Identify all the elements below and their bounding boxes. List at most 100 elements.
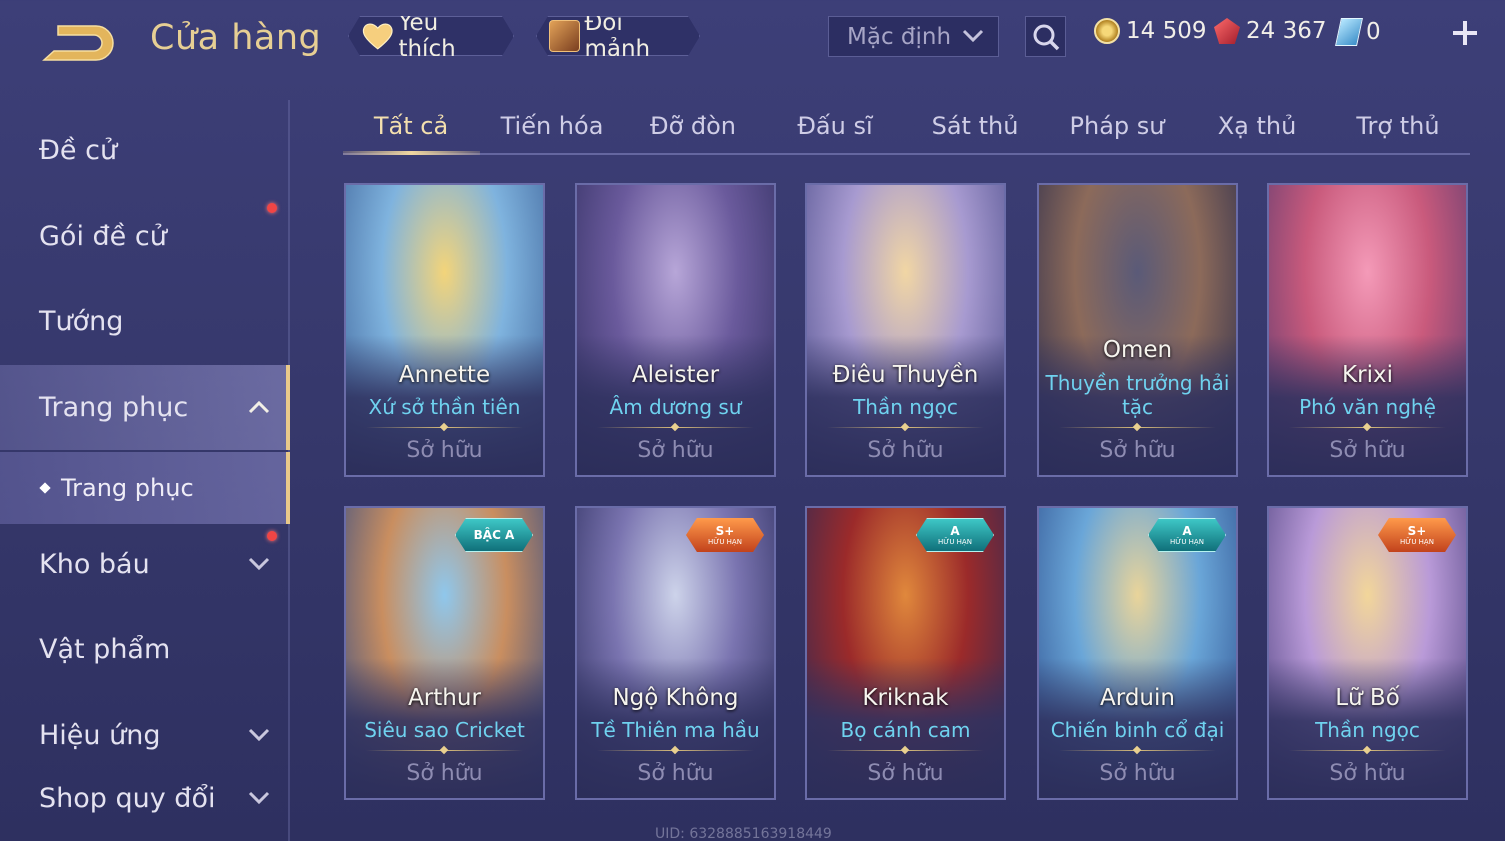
- skin-card[interactable]: Krixi Phó văn nghệ Sở hữu: [1267, 183, 1468, 477]
- favorites-label: Yêu thích: [398, 10, 456, 62]
- skin-name: Siêu sao Cricket: [364, 718, 525, 742]
- sidebar-item-label: Shop quy đổi: [39, 783, 216, 814]
- sort-select[interactable]: Mặc định: [828, 16, 999, 57]
- tab-support[interactable]: Trợ thủ: [1356, 112, 1439, 140]
- gold-coin-icon: [1094, 18, 1120, 44]
- tab-fighter[interactable]: Đấu sĩ: [797, 112, 872, 140]
- skin-name: Âm dương sư: [609, 395, 742, 419]
- sidebar-item-featured[interactable]: Đề cử: [0, 108, 290, 193]
- tab-mage[interactable]: Pháp sư: [1070, 112, 1165, 140]
- sidebar-subitem-label: Trang phục: [61, 474, 194, 502]
- skin-card[interactable]: Arthur Siêu sao Cricket Sở hữu BẬC A: [344, 506, 545, 800]
- tab-all[interactable]: Tất cả: [374, 112, 448, 140]
- tab-marksman[interactable]: Xạ thủ: [1218, 112, 1297, 140]
- gem-amount: 24 367: [1246, 18, 1327, 44]
- hero-name: Krixi: [1342, 362, 1393, 388]
- sidebar-item-label: Trang phục: [39, 392, 189, 423]
- owned-status: Sở hữu: [1099, 438, 1176, 463]
- back-arrow-icon: [42, 25, 114, 61]
- favorites-button[interactable]: Yêu thích: [348, 16, 514, 56]
- skin-card[interactable]: Điêu Thuyền Thần ngọc Sở hữu: [805, 183, 1006, 477]
- sidebar-item-items[interactable]: Vật phẩm: [0, 607, 290, 692]
- owned-status: Sở hữu: [637, 438, 714, 463]
- sidebar-item-label: Hiệu ứng: [39, 720, 161, 751]
- add-currency-button[interactable]: [1450, 18, 1480, 48]
- card-separator: [597, 750, 754, 751]
- card-separator: [366, 427, 523, 428]
- notification-dot: [267, 203, 277, 213]
- tab-evolution[interactable]: Tiến hóa: [501, 112, 604, 140]
- card-separator: [827, 427, 984, 428]
- owned-status: Sở hữu: [867, 438, 944, 463]
- card-separator: [1059, 750, 1216, 751]
- card-separator: [597, 427, 754, 428]
- sidebar-item-treasure[interactable]: Kho báu: [0, 522, 290, 607]
- skin-name: Bọ cánh cam: [840, 718, 971, 742]
- limited-label: HỮU HẠN: [708, 537, 742, 546]
- skin-card[interactable]: Aleister Âm dương sư Sở hữu: [575, 183, 776, 477]
- skin-name: Thần ngọc: [853, 395, 958, 419]
- back-button[interactable]: [38, 22, 118, 64]
- rarity-badge: S+ HỮU HẠN: [1378, 518, 1456, 552]
- skin-card[interactable]: Annette Xứ sở thần tiên Sở hữu: [344, 183, 545, 477]
- search-icon: [1033, 24, 1059, 50]
- tab-assassin[interactable]: Sát thủ: [932, 112, 1019, 140]
- limited-label: HỮU HẠN: [938, 537, 972, 546]
- rarity-grade: BẬC A: [473, 528, 515, 542]
- treasure-chest-icon: [549, 20, 580, 52]
- limited-label: HỮU HẠN: [1170, 537, 1204, 546]
- sidebar-item-exchange-shop[interactable]: Shop quy đổi: [0, 756, 290, 841]
- chevron-down-icon: [248, 728, 270, 742]
- skin-name: Chiến binh cổ đại: [1050, 718, 1225, 742]
- skin-card[interactable]: Lữ Bố Thần ngọc Sở hữu S+ HỮU HẠN: [1267, 506, 1468, 800]
- exchange-shards-button[interactable]: Đổi mảnh: [536, 16, 700, 56]
- hero-name: Arduin: [1100, 685, 1175, 711]
- hero-name: Ngộ Không: [612, 685, 739, 711]
- ruby-gem-icon: [1214, 18, 1240, 44]
- chevron-down-icon: [248, 557, 270, 571]
- rarity-grade: S+: [715, 523, 735, 538]
- rarity-badge: S+ HỮU HẠN: [686, 518, 764, 552]
- skin-card[interactable]: Arduin Chiến binh cổ đại Sở hữu A HỮU HẠN: [1037, 506, 1238, 800]
- gold-amount: 14 509: [1126, 18, 1207, 44]
- skin-card[interactable]: Omen Thuyền trưởng hải tặc Sở hữu: [1037, 183, 1238, 477]
- card-separator: [1289, 427, 1446, 428]
- exchange-shards-label: Đổi mảnh: [584, 10, 651, 62]
- sidebar-item-featured-bundles[interactable]: Gói đề cử: [0, 194, 290, 279]
- rarity-grade: S+: [1407, 523, 1427, 538]
- owned-status: Sở hữu: [1099, 761, 1176, 786]
- owned-status: Sở hữu: [867, 761, 944, 786]
- sidebar-subitem-skins[interactable]: Trang phục: [0, 452, 290, 524]
- owned-status: Sở hữu: [406, 761, 483, 786]
- hero-name: Annette: [398, 362, 491, 388]
- sidebar-item-skins[interactable]: Trang phục: [0, 365, 290, 450]
- gold-balance: 14 509: [1094, 18, 1206, 44]
- sidebar-item-label: Gói đề cử: [39, 221, 167, 252]
- skin-name: Tề Thiên ma hầu: [591, 718, 760, 742]
- skin-name: Thuyền trưởng hải tặc: [1045, 371, 1230, 419]
- limited-label: HỮU HẠN: [1400, 537, 1434, 546]
- voucher-balance: 0: [1335, 18, 1381, 46]
- tab-tank[interactable]: Đỡ đòn: [650, 112, 736, 140]
- skin-name: Thần ngọc: [1315, 718, 1420, 742]
- chevron-up-icon: [248, 400, 270, 414]
- card-separator: [1059, 427, 1216, 428]
- search-button[interactable]: [1025, 16, 1066, 57]
- sort-value: Mặc định: [847, 23, 952, 50]
- sidebar-item-heroes[interactable]: Tướng: [0, 279, 290, 364]
- skin-card[interactable]: Ngộ Không Tề Thiên ma hầu Sở hữu S+ HỮU HẠN: [575, 506, 776, 800]
- hero-name: Arthur: [408, 685, 481, 711]
- rarity-badge: A HỮU HẠN: [1148, 518, 1226, 552]
- chevron-down-icon: [962, 29, 984, 43]
- sidebar-item-label: Tướng: [39, 306, 124, 337]
- skin-card[interactable]: Kriknak Bọ cánh cam Sở hữu A HỮU HẠN: [805, 506, 1006, 800]
- gem-balance: 24 367: [1214, 18, 1326, 44]
- hero-name: Kriknak: [862, 685, 949, 711]
- voucher-amount: 0: [1366, 19, 1381, 45]
- hero-name: Lữ Bố: [1335, 685, 1400, 711]
- rarity-badge: A HỮU HẠN: [916, 518, 994, 552]
- card-separator: [827, 750, 984, 751]
- diamond-bullet-icon: [39, 482, 51, 494]
- card-separator: [1289, 750, 1446, 751]
- heart-icon: [361, 21, 394, 51]
